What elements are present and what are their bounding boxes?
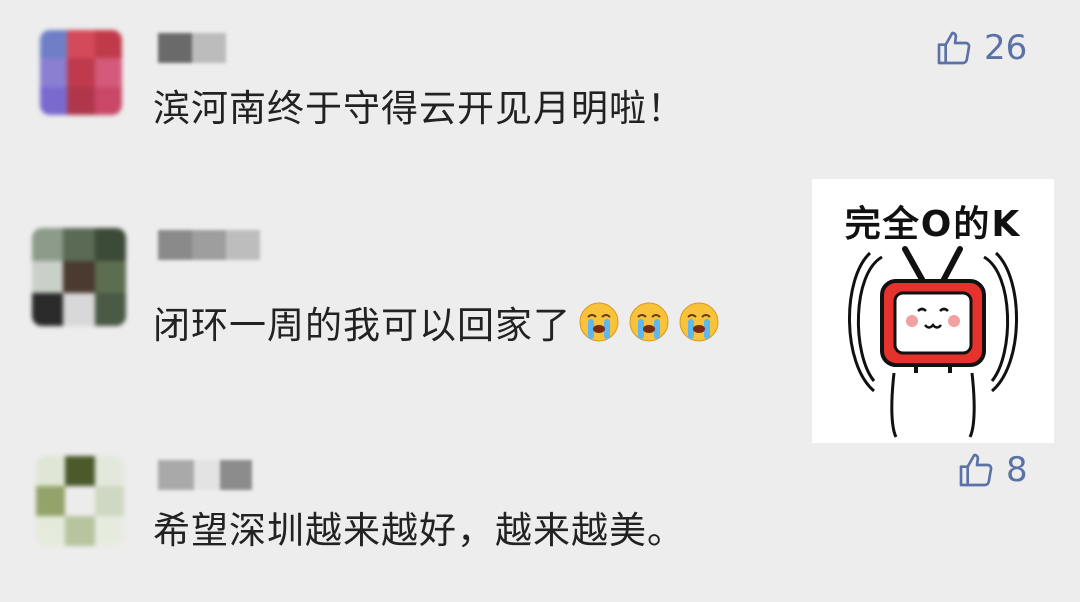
emoji-group bbox=[571, 302, 721, 347]
avatar[interactable] bbox=[32, 228, 126, 326]
like-count: 26 bbox=[984, 28, 1028, 68]
thumbs-up-icon bbox=[937, 31, 971, 65]
username-blurred[interactable] bbox=[158, 33, 226, 63]
crying-face-icon bbox=[579, 302, 619, 342]
comment-text: 希望深圳越来越好，越来越美。 bbox=[153, 509, 685, 552]
thumbs-up-icon bbox=[959, 453, 993, 487]
comment-text: 滨河南终于守得云开见月明啦！ bbox=[153, 87, 685, 130]
like-count: 8 bbox=[1006, 450, 1028, 490]
sticker-image[interactable]: 完全O的K bbox=[812, 179, 1054, 443]
comment-text-body: 闭环一周的我可以回家了 bbox=[153, 304, 571, 347]
username-blurred[interactable] bbox=[158, 230, 260, 260]
like-button[interactable]: 8 bbox=[956, 450, 1028, 490]
tv-mascot-icon bbox=[848, 246, 1018, 438]
like-button[interactable]: 26 bbox=[934, 28, 1027, 68]
avatar[interactable] bbox=[36, 456, 124, 546]
username-blurred[interactable] bbox=[158, 460, 252, 490]
crying-face-icon bbox=[629, 302, 669, 342]
comment-text: 闭环一周的我可以回家了 bbox=[153, 300, 721, 344]
crying-face-icon bbox=[679, 302, 719, 342]
avatar[interactable] bbox=[40, 30, 122, 115]
